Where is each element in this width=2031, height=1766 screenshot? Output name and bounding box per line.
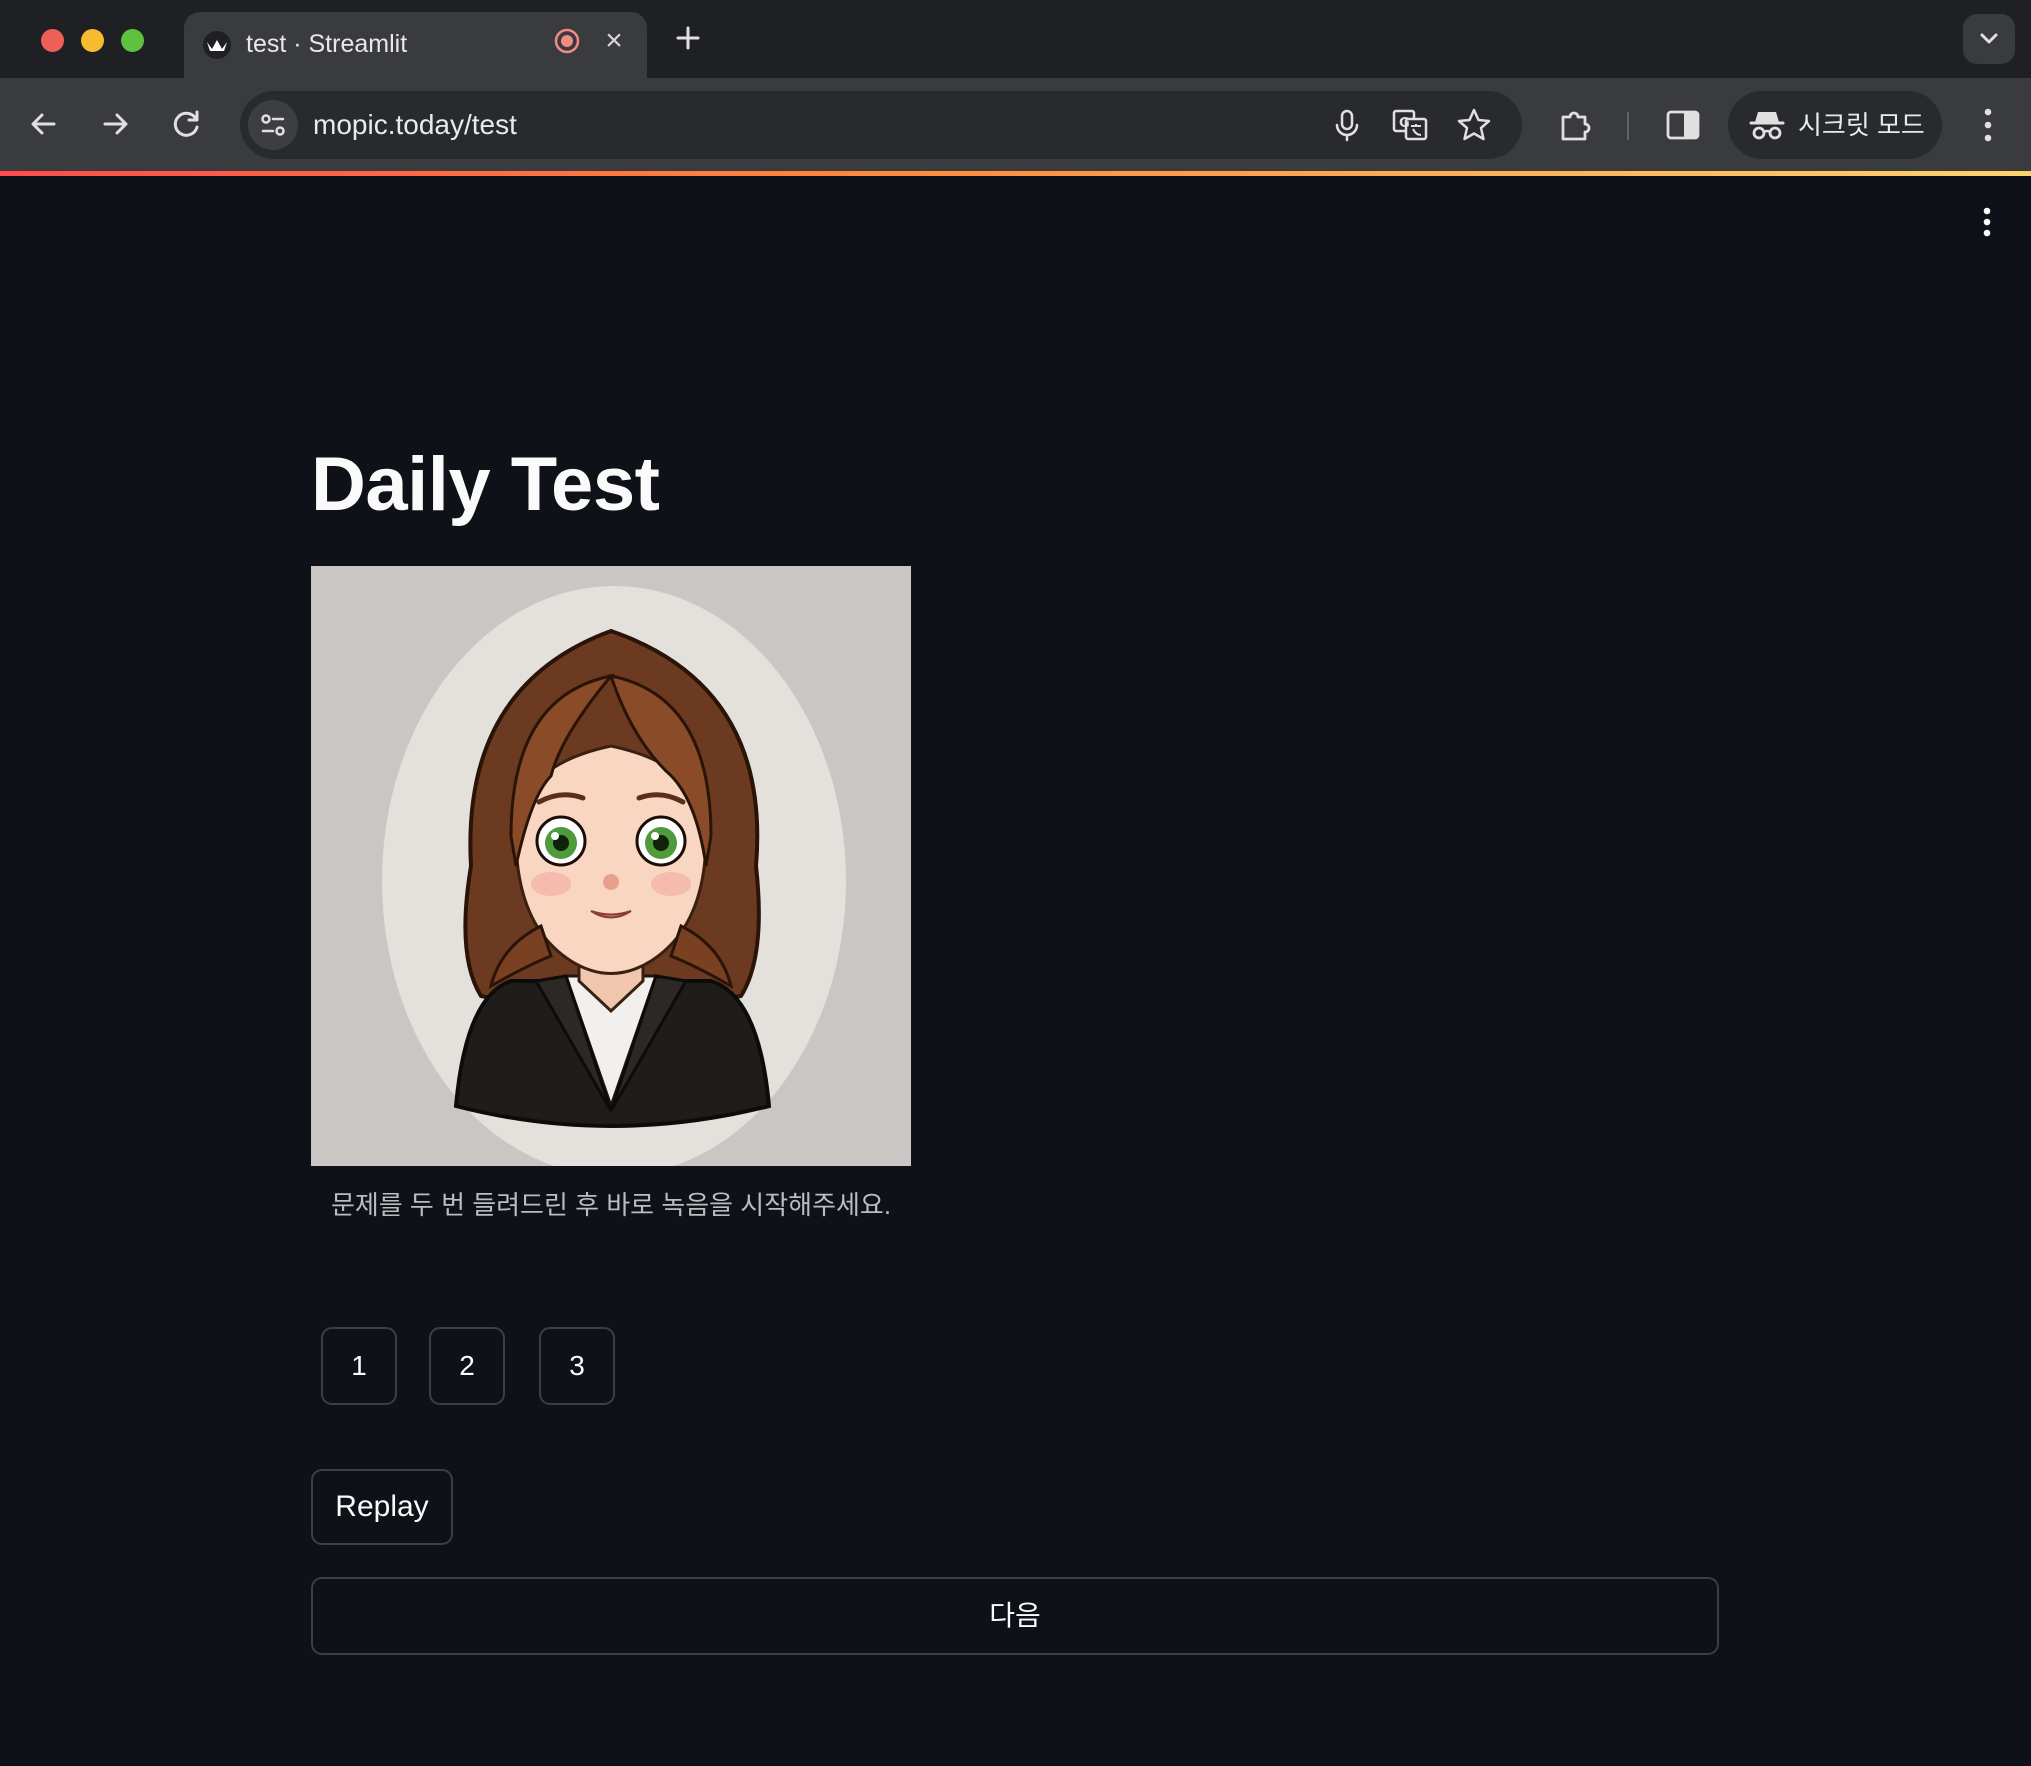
site-settings-icon: [261, 114, 285, 136]
svg-text:G: G: [1399, 116, 1410, 131]
url-text: mopic.today/test: [313, 109, 517, 140]
number-button-2[interactable]: 2: [429, 1327, 505, 1405]
plus-icon[interactable]: [668, 18, 708, 58]
replay-button[interactable]: Replay: [311, 1469, 453, 1545]
avatar-image: [311, 566, 911, 1166]
close-icon[interactable]: ×: [598, 25, 630, 57]
app-header-accent-bar: [0, 171, 2031, 176]
toolbar-divider: [1627, 112, 1629, 140]
back-arrow-icon[interactable]: [20, 100, 68, 148]
browser-toolbar: mopic.today/test G 시크릿 모드: [0, 78, 2031, 173]
window-maximize-button[interactable]: [121, 29, 144, 52]
site-info-button[interactable]: [248, 100, 298, 150]
vertical-dots-icon[interactable]: [1970, 102, 2006, 148]
number-button-1[interactable]: 1: [321, 1327, 397, 1405]
reload-icon[interactable]: [163, 100, 211, 148]
incognito-badge[interactable]: 시크릿 모드: [1728, 91, 1942, 159]
next-button[interactable]: 다음: [311, 1577, 1719, 1655]
streamlit-favicon: [203, 31, 231, 59]
page-title: Daily Test: [311, 442, 660, 527]
chevron-down-icon: [1980, 33, 1998, 44]
app-menu-icon[interactable]: [1972, 202, 2002, 242]
incognito-icon: [1749, 112, 1785, 140]
window-minimize-button[interactable]: [81, 29, 104, 52]
number-button-3[interactable]: 3: [539, 1327, 615, 1405]
tab-search-button[interactable]: [1963, 14, 2015, 64]
translate-icon[interactable]: G: [1390, 105, 1430, 145]
window-close-button[interactable]: [41, 29, 64, 52]
star-icon[interactable]: [1454, 105, 1494, 145]
tab-title: test · Streamlit: [246, 30, 408, 58]
address-bar[interactable]: mopic.today/test G: [240, 91, 1522, 159]
forward-arrow-icon[interactable]: [91, 100, 139, 148]
browser-tab[interactable]: test · Streamlit ×: [184, 12, 647, 78]
browser-title-bar: test · Streamlit ×: [0, 0, 2031, 78]
incognito-label: 시크릿 모드: [1798, 110, 1925, 140]
microphone-icon[interactable]: [1327, 105, 1367, 145]
extensions-icon[interactable]: [1555, 104, 1597, 146]
recording-icon: [554, 28, 580, 54]
image-caption: 문제를 두 번 들려드린 후 바로 녹음을 시작해주세요.: [330, 1190, 892, 1220]
side-panel-icon[interactable]: [1662, 104, 1704, 146]
